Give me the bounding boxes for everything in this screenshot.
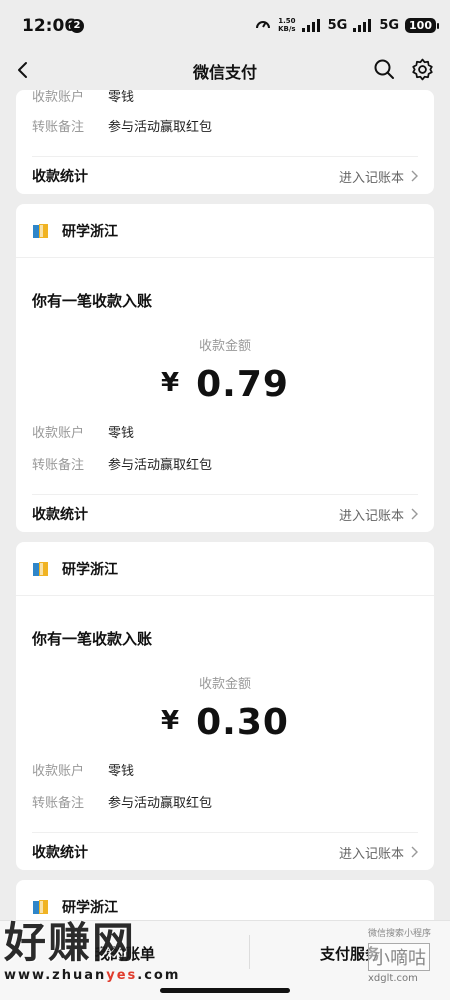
card-header[interactable]: 研学浙江 [16,542,434,596]
currency-symbol: ¥ [161,368,181,398]
watermark-url: www.zhuanyes.com [4,968,181,983]
stats-label: 收款统计 [32,845,88,861]
book-logo-icon [33,899,48,914]
status-bar: 12:06 2 1.50 KB/s 5G 5G 100 [0,0,450,50]
book-logo-icon [33,223,48,238]
account-row: 收款账户 零钱 [32,760,134,779]
stats-row[interactable]: 收款统计 进入记账本 [32,842,418,862]
notice-heading: 你有一笔收款入账 [32,630,153,648]
stats-label: 收款统计 [32,507,88,523]
remark-key: 转账备注 [32,120,85,135]
watermark-name: 小嘀咕 [368,943,430,971]
signal-bars-icon [301,18,320,32]
signal-bars-icon [353,18,372,32]
account-key: 收款账户 [32,426,85,441]
account-row: 收款账户 零钱 [32,90,134,105]
remark-row: 转账备注 参与活动赢取红包 [32,454,212,473]
account-value: 零钱 [108,426,135,441]
divider [32,494,418,495]
org-name: 研学浙江 [62,561,118,578]
speedometer-icon [256,21,271,29]
gear-icon[interactable] [410,57,435,82]
ledger-link[interactable]: 进入记账本 [339,167,418,186]
account-key: 收款账户 [32,764,85,779]
remark-value: 参与活动赢取红包 [108,796,213,811]
remark-row: 转账备注 参与活动赢取红包 [32,792,212,811]
amount-value: ¥0.79 [16,364,434,405]
card-header[interactable]: 研学浙江 [16,204,434,258]
chevron-right-icon [411,846,418,858]
account-row: 收款账户 零钱 [32,422,134,441]
ledger-link-label: 进入记账本 [338,846,404,862]
currency-symbol: ¥ [161,706,181,736]
ledger-link-label: 进入记账本 [338,170,404,186]
chevron-right-icon [411,170,418,182]
org-name: 研学浙江 [62,899,118,916]
amount-label: 收款金额 [198,677,251,692]
payment-card: 研学浙江 你有一笔收款入账 收款金额 ¥0.30 收款账户 零钱 转账备注 参与… [16,542,434,870]
net-speed: 1.50 KB/s [278,17,296,33]
status-icons: 1.50 KB/s 5G 5G 100 [254,16,439,34]
amount-value: ¥0.30 [16,702,434,743]
watermark-domain: xdglt.com [368,973,418,984]
watermark-title: 好赚网 [4,918,137,967]
stats-row[interactable]: 收款统计 进入记账本 [32,504,418,524]
account-value: 零钱 [108,90,135,105]
status-time: 12:06 [22,16,77,36]
search-icon[interactable] [372,57,396,81]
amount-number: 0.30 [196,702,289,743]
remark-row: 转账备注 参与活动赢取红包 [32,116,212,135]
remark-key: 转账备注 [32,458,85,473]
payment-card: 研学浙江 你有一笔收款入账 收款金额 ¥0.79 收款账户 零钱 转账备注 参与… [16,204,434,532]
ledger-link-label: 进入记账本 [338,508,404,524]
network-type-1: 5G [327,17,348,33]
battery-icon: 100 [405,17,439,33]
watermark-logo-right: 微信搜索小程序 小嘀咕 xdglt.com [368,926,448,996]
watermark-logo-left: 好赚网 www.zhuanyes.com [4,918,204,990]
nav-bar: 微信支付 [0,50,450,90]
notification-badge: 2 [70,19,84,33]
remark-key: 转账备注 [32,796,85,811]
remark-value: 参与活动赢取红包 [108,458,213,473]
ledger-link[interactable]: 进入记账本 [339,505,418,524]
payment-card: 收款账户 零钱 转账备注 参与活动赢取红包 收款统计 进入记账本 [16,90,434,194]
divider [32,156,418,157]
amount-number: 0.79 [196,364,289,405]
stats-label: 收款统计 [32,169,88,185]
network-type-2: 5G [379,17,400,33]
remark-value: 参与活动赢取红包 [108,120,213,135]
divider [32,832,418,833]
amount-label: 收款金额 [198,339,251,354]
ledger-link[interactable]: 进入记账本 [339,843,418,862]
stats-row[interactable]: 收款统计 进入记账本 [32,166,418,186]
notice-heading: 你有一笔收款入账 [32,292,153,310]
book-logo-icon [33,561,48,576]
home-indicator[interactable] [160,988,290,993]
account-value: 零钱 [108,764,135,779]
watermark-caption: 微信搜索小程序 [368,929,432,939]
account-key: 收款账户 [32,90,85,105]
chevron-right-icon [411,508,418,520]
org-name: 研学浙江 [62,223,118,240]
